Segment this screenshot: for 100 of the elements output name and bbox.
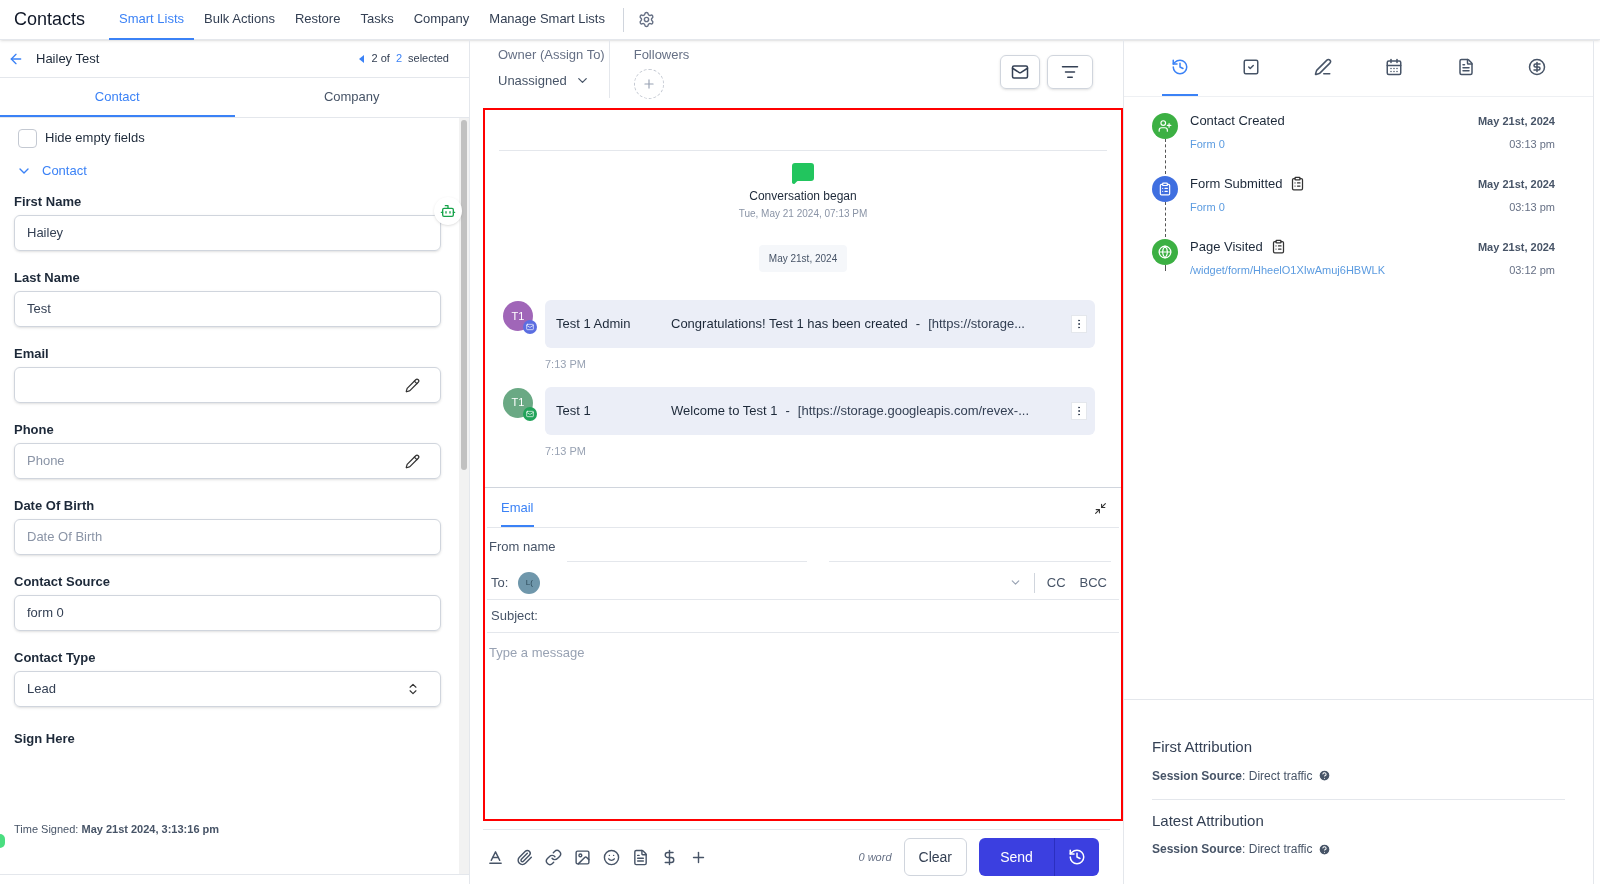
event-title: Conversation began	[749, 188, 857, 205]
schedule-button[interactable]	[1055, 838, 1099, 876]
separator: -	[915, 315, 921, 334]
emoji-icon[interactable]	[603, 848, 620, 866]
record-total: 2	[395, 51, 402, 67]
send-button[interactable]: Send	[979, 838, 1055, 876]
owner-dropdown[interactable]: Unassigned	[498, 70, 605, 90]
image-icon[interactable]	[574, 848, 591, 866]
input-field[interactable]: Hailey	[14, 215, 441, 251]
event-date: May 21st, 2024	[1477, 240, 1555, 255]
nav-tab[interactable]: Smart Lists	[109, 0, 195, 40]
event-date: May 21st, 2024	[1477, 114, 1555, 129]
message-preview: [https://storage.googleapis.com/revex-...	[797, 401, 1030, 420]
bot-icon	[440, 203, 456, 219]
mail-icon	[1011, 63, 1029, 81]
session-source: Session Source: Direct traffic	[1152, 767, 1313, 785]
filter-icon	[1061, 63, 1079, 81]
text-format-icon[interactable]	[487, 848, 504, 866]
signature-label: Sign Here	[14, 730, 76, 748]
detail-tab[interactable]: Contact	[0, 78, 235, 117]
clipboard-icon	[1158, 182, 1172, 196]
field-label: Phone	[14, 421, 55, 439]
event-title: Form Submitted	[1190, 175, 1283, 193]
user-plus-icon	[1158, 119, 1172, 133]
to-label: To:	[491, 573, 509, 592]
more-button[interactable]	[1071, 401, 1087, 420]
dollar-icon	[1528, 58, 1547, 76]
bot-button[interactable]	[434, 197, 462, 225]
checkbox-label: Hide empty fields	[45, 129, 145, 148]
previous-caret-icon[interactable]	[358, 54, 364, 63]
clipboard-icon[interactable]	[1270, 239, 1286, 255]
message-time: 7:13 PM	[545, 357, 587, 372]
event-time: 03:12 pm	[1509, 262, 1555, 278]
checkbox[interactable]	[18, 128, 37, 148]
document-icon	[1456, 58, 1475, 76]
checkbox-icon	[1242, 58, 1261, 76]
nav-tab[interactable]: Tasks	[350, 0, 404, 40]
globe-icon	[1158, 245, 1172, 259]
pen-icon	[1313, 58, 1332, 76]
avatar: T1	[503, 387, 533, 418]
event-time: Tue, May 21 2024, 07:13 PM	[738, 207, 868, 221]
clear-button[interactable]: Clear	[903, 838, 967, 876]
pencil-icon[interactable]	[405, 453, 420, 469]
more-button[interactable]	[1071, 315, 1087, 333]
collapse-icon[interactable]	[1094, 502, 1107, 515]
time-signed: Time Signed: May 21st 2024, 3:13:16 pm	[14, 821, 221, 837]
word-count: 0 word	[858, 849, 892, 865]
event-title: Contact Created	[1190, 112, 1285, 130]
help-icon[interactable]	[1317, 769, 1331, 782]
message-time: 7:13 PM	[545, 443, 587, 459]
help-icon[interactable]	[1317, 842, 1331, 856]
link-icon[interactable]	[545, 848, 562, 866]
field-label: Email	[14, 345, 50, 363]
subject-field[interactable]: Subject:	[487, 600, 1119, 633]
input-field[interactable]	[14, 367, 441, 403]
paperclip-icon[interactable]	[516, 848, 533, 866]
select-field[interactable]: Lead	[14, 671, 441, 707]
message-subject: Congratulations! Test 1 has been created	[671, 315, 908, 334]
filter-button[interactable]	[1047, 55, 1093, 89]
input-field[interactable]: Test	[14, 291, 441, 327]
attribution-title: Latest Attribution	[1152, 810, 1265, 831]
event-date: May 21st, 2024	[1477, 177, 1555, 192]
bcc-button[interactable]: BCC	[1079, 572, 1107, 593]
composer-tab[interactable]: Email	[501, 497, 534, 527]
field-label: Date Of Birth	[14, 497, 96, 515]
field-label: Contact Type	[14, 649, 97, 667]
session-source: Session Source: Direct traffic	[1152, 841, 1313, 858]
followers-label: Followers	[633, 46, 690, 64]
field-label: Last Name	[14, 269, 81, 287]
message-bubble[interactable]: Test 1 Welcome to Test 1 - [https://storage.googleapis.com/revex-...	[545, 386, 1095, 435]
schedule-icon	[1068, 848, 1086, 866]
field-label: Contact Source	[14, 573, 112, 591]
owner-label: Owner (Assign To)	[498, 46, 605, 64]
scrollbar-thumb[interactable]	[461, 120, 467, 470]
input-field[interactable]: form 0	[14, 595, 441, 631]
selected-label: selected	[408, 51, 449, 67]
nav-tab[interactable]: Restore	[284, 0, 351, 40]
clipboard-icon[interactable]	[1290, 176, 1306, 192]
pencil-icon[interactable]	[405, 377, 420, 393]
detail-tab[interactable]: Company	[234, 78, 469, 117]
email-button[interactable]	[1000, 55, 1040, 89]
event-title: Page Visited	[1190, 238, 1263, 256]
document-icon[interactable]	[632, 848, 649, 866]
settings-icon[interactable]	[637, 11, 655, 28]
chat-icon	[791, 161, 815, 185]
separator: -	[785, 401, 790, 420]
message-preview: [https://storage...	[928, 315, 1025, 334]
nav-tab[interactable]: Company	[403, 0, 480, 40]
event-time: 03:13 pm	[1509, 199, 1555, 215]
event-time: 03:13 pm	[1509, 136, 1555, 152]
sender-name: Test 1 Admin	[556, 315, 632, 334]
date-chip: May 21st, 2024	[758, 245, 848, 272]
message-bubble[interactable]: Test 1 Admin Congratulations! Test 1 has been created - [https://storage...	[545, 300, 1095, 348]
avatar: T1	[503, 301, 533, 331]
nav-tab[interactable]: Bulk Actions	[194, 0, 285, 40]
history-icon	[1170, 58, 1189, 76]
nav-tab[interactable]: Manage Smart Lists	[479, 0, 615, 40]
section-title[interactable]: Contact	[42, 161, 87, 181]
sender-name: Test 1	[556, 401, 592, 420]
cc-button[interactable]: CC	[1046, 572, 1066, 593]
